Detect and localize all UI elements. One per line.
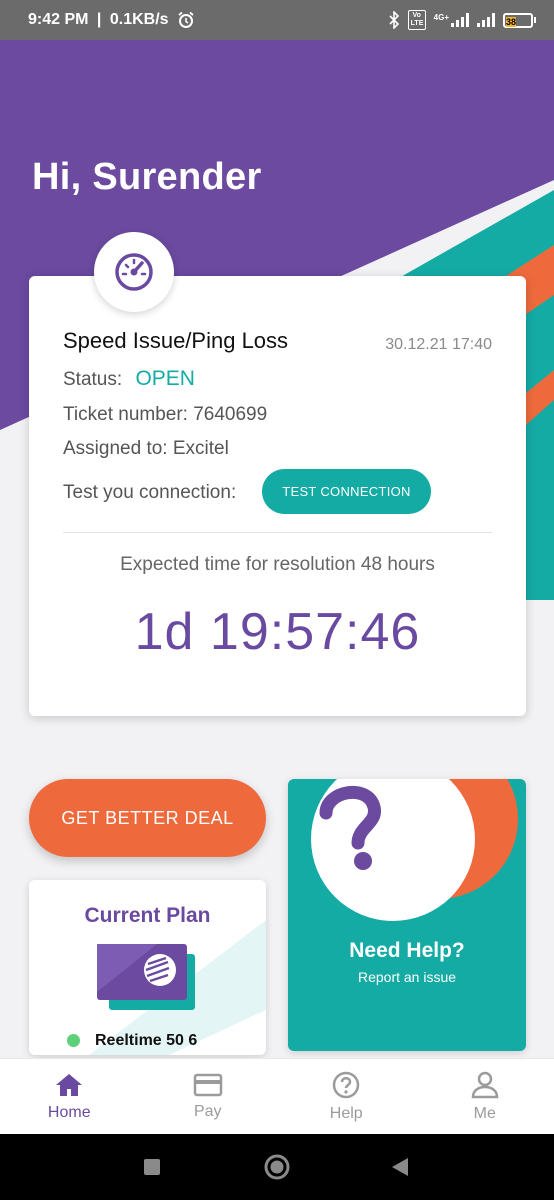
nav-help-label: Help — [329, 1104, 363, 1122]
question-mark-icon — [319, 785, 381, 870]
help-circle-icon — [333, 1071, 360, 1098]
help-title: Need Help? — [349, 939, 465, 962]
need-help-card[interactable]: Need Help? Report an issue — [288, 779, 526, 1051]
network-type: 4G+ — [433, 13, 449, 22]
nav-me-label: Me — [473, 1104, 496, 1122]
assigned-to: Assigned to: Excitel — [63, 438, 229, 459]
get-better-deal-button[interactable]: GET BETTER DEAL — [29, 779, 266, 857]
plan-name: Reeltime 50 6 — [95, 1032, 198, 1049]
system-navigation-bar — [0, 1134, 554, 1200]
person-icon — [471, 1071, 499, 1098]
current-plan-card[interactable]: Current Plan Reeltime 50 6 — [29, 880, 266, 1055]
home-circle-icon[interactable] — [263, 1153, 291, 1181]
speedometer-badge — [94, 232, 174, 312]
ticket-number: Ticket number: 7640699 — [63, 404, 268, 425]
battery-level: 38 — [506, 16, 517, 27]
alarm-icon — [177, 11, 194, 28]
volte-badge: Vo LTE — [407, 10, 426, 30]
nav-pay-label: Pay — [193, 1102, 222, 1120]
test-connection-label: Test you connection: — [63, 482, 237, 503]
status-row: Status: OPEN — [63, 367, 195, 391]
nav-me[interactable]: Me — [416, 1059, 554, 1134]
issue-title: Speed Issue/Ping Loss — [63, 328, 289, 353]
divider — [63, 532, 492, 533]
signal-strength-1: 4G+ — [434, 13, 469, 27]
expected-resolution-text: Expected time for resolution 48 hours — [120, 554, 435, 575]
plan-status-dot — [67, 1034, 80, 1047]
status-badge: OPEN — [135, 367, 195, 390]
greeting-title: Hi, Surender — [32, 156, 262, 198]
ticket-card[interactable]: Speed Issue/Ping Loss 30.12.21 17:40 Sta… — [29, 276, 526, 716]
network-speed: 0.1KB/s — [109, 11, 169, 28]
speedometer-icon — [115, 253, 153, 291]
plan-title: Current Plan — [84, 904, 211, 927]
recents-icon[interactable] — [143, 1158, 161, 1176]
status-label: Status: — [63, 369, 123, 390]
test-connection-button[interactable]: TEST CONNECTION — [262, 469, 431, 514]
battery-icon: 38 — [503, 12, 536, 28]
issue-date: 30.12.21 17:40 — [385, 336, 492, 353]
bottom-navigation: Home Pay Help Me — [0, 1058, 554, 1134]
nav-home[interactable]: Home — [0, 1059, 139, 1134]
plan-card-icon — [97, 944, 195, 1010]
nav-pay[interactable]: Pay — [139, 1059, 278, 1134]
home-icon — [56, 1073, 83, 1096]
status-bar: 9:42 PM | 0.1KB/s Vo LTE 4G+ 38 — [0, 0, 554, 40]
back-icon[interactable] — [391, 1157, 409, 1177]
signal-strength-2 — [477, 13, 495, 27]
nav-help[interactable]: Help — [277, 1059, 416, 1134]
nav-home-label: Home — [47, 1103, 91, 1121]
countdown-timer: 1d 19:57:46 — [134, 603, 421, 661]
bluetooth-icon — [389, 11, 399, 29]
status-separator: | — [92, 11, 106, 28]
help-subtitle: Report an issue — [357, 969, 457, 985]
status-time: 9:42 PM — [28, 11, 89, 28]
card-icon — [193, 1073, 222, 1096]
